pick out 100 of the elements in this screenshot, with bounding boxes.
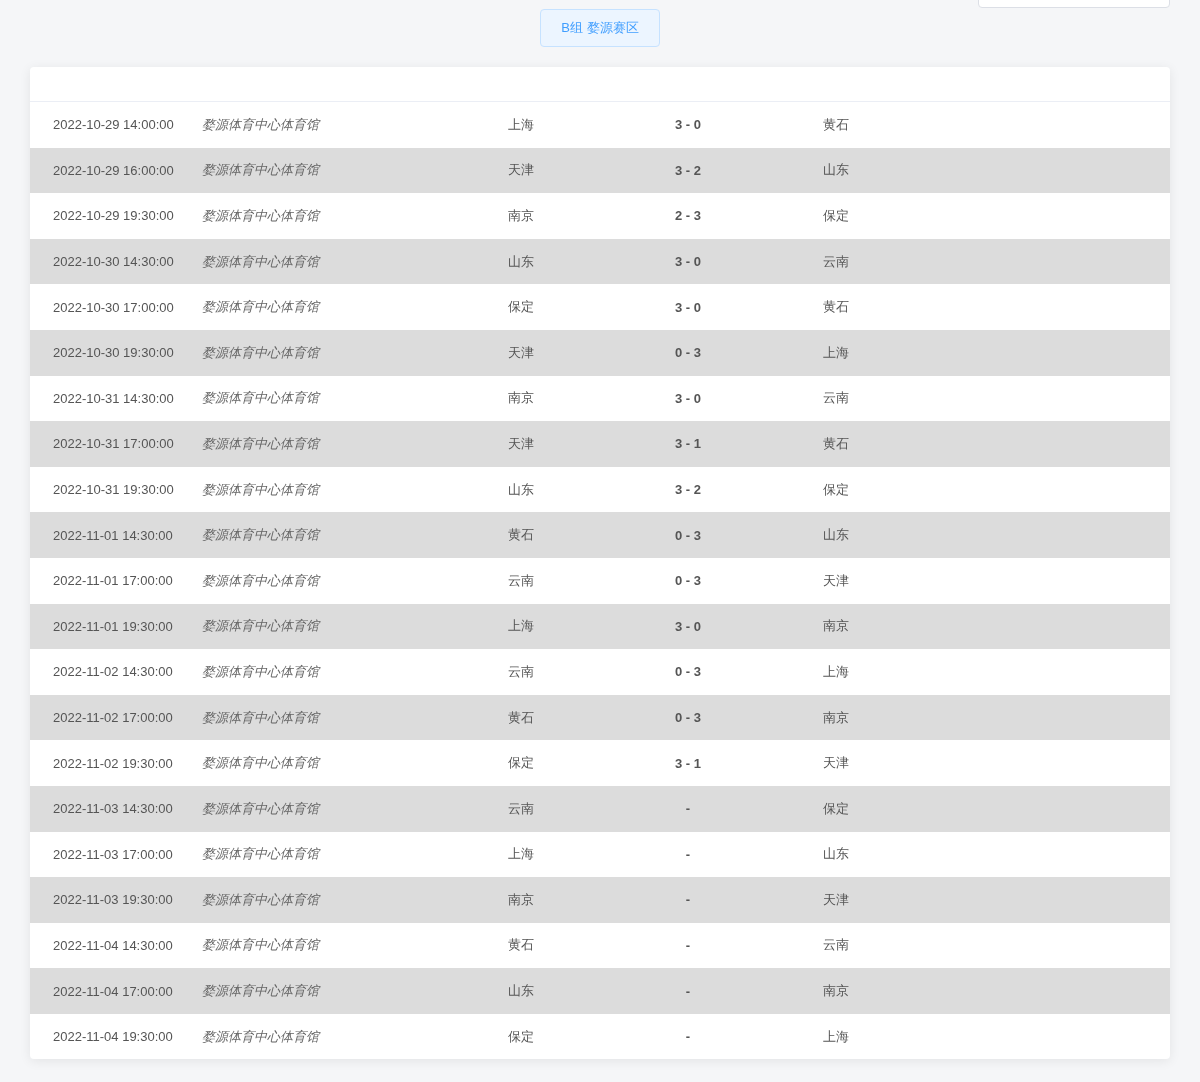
match-time: 2022-11-01 19:30:00 [53, 618, 174, 634]
home-team: 云南 [508, 799, 535, 818]
venue-name: 婺源体育中心体育馆 [202, 754, 322, 773]
home-team: 上海 [508, 617, 535, 636]
match-time: 2022-10-31 14:30:00 [53, 390, 175, 406]
venue-name: 婺源体育中心体育馆 [202, 890, 322, 909]
home-team: 保定 [508, 298, 535, 317]
match-score: 3 - 1 [674, 436, 702, 452]
match-time: 2022-11-02 17:00:00 [53, 710, 174, 725]
home-team: 山东 [508, 480, 535, 499]
match-score: 0 - 3 [674, 345, 702, 361]
away-team: 上海 [823, 343, 849, 362]
away-team: 黄石 [823, 115, 849, 134]
match-score: 3 - 2 [674, 482, 702, 498]
match-score: 3 - 0 [674, 117, 702, 133]
match-time: 2022-11-01 17:00:00 [53, 573, 174, 589]
away-team: 保定 [823, 207, 849, 225]
away-team: 云南 [823, 252, 849, 271]
venue-name: 婺源体育中心体育馆 [202, 617, 322, 636]
match-time: 2022-10-29 19:30:00 [53, 208, 175, 224]
away-team: 保定 [823, 480, 849, 499]
match-time: 2022-11-04 17:00:00 [53, 983, 174, 999]
home-team: 天津 [508, 434, 535, 453]
venue-name: 婺源体育中心体育馆 [202, 845, 322, 864]
match-score: 3 - 0 [674, 390, 702, 406]
match-score: 0 - 3 [674, 573, 702, 589]
away-team: 南京 [823, 982, 849, 1001]
venue-name: 婺源体育中心体育馆 [202, 799, 322, 818]
match-score: 3 - 2 [674, 162, 702, 178]
home-team: 黄石 [508, 526, 535, 545]
home-team: 南京 [508, 389, 535, 408]
match-time: 2022-10-31 17:00:00 [53, 436, 175, 452]
away-team: 黄石 [823, 434, 849, 453]
match-time: 2022-11-02 14:30:00 [53, 664, 174, 680]
venue-name: 婺源体育中心体育馆 [202, 480, 322, 499]
venue-name: 婺源体育中心体育馆 [202, 252, 322, 271]
away-team: 黄石 [823, 298, 849, 317]
match-time: 2022-11-03 17:00:00 [53, 846, 174, 862]
venue-name: 婺源体育中心体育馆 [202, 662, 322, 681]
match-score: 0 - 3 [674, 664, 702, 680]
home-team: 山东 [508, 982, 535, 1001]
match-score: 3 - 1 [674, 755, 702, 771]
match-time: 2022-11-04 14:30:00 [53, 938, 174, 953]
away-team: 天津 [823, 571, 849, 590]
away-team: 山东 [823, 526, 849, 545]
home-team: 保定 [508, 754, 535, 773]
home-team: 天津 [508, 343, 535, 362]
away-team: 云南 [823, 936, 849, 955]
match-time: 2022-11-01 14:30:00 [53, 527, 174, 543]
home-team: 山东 [508, 252, 535, 271]
match-score: 0 - 3 [674, 527, 702, 543]
away-team: 天津 [823, 890, 849, 909]
match-time: 2022-10-29 16:00:00 [53, 162, 175, 178]
match-score: 3 - 0 [674, 299, 702, 315]
match-score: - [684, 1029, 692, 1045]
match-time: 2022-10-30 19:30:00 [53, 345, 175, 361]
venue-name: 婺源体育中心体育馆 [202, 571, 322, 590]
match-time: 2022-10-30 14:30:00 [53, 254, 175, 270]
match-score: - [684, 983, 692, 999]
home-team: 黄石 [508, 708, 535, 727]
venue-name: 婺源体育中心体育馆 [202, 708, 322, 727]
match-score: - [684, 801, 692, 817]
home-team: 南京 [508, 890, 535, 909]
away-team: 山东 [823, 845, 849, 864]
venue-name: 婺源体育中心体育馆 [202, 161, 322, 180]
venue-name: 婺源体育中心体育馆 [202, 389, 322, 408]
venue-name: 婺源体育中心体育馆 [202, 298, 322, 317]
group-button[interactable]: B组 婺源赛区 [540, 9, 660, 47]
away-team: 南京 [823, 708, 849, 727]
home-team: 南京 [508, 207, 535, 225]
home-team: 上海 [508, 115, 535, 134]
home-team: 天津 [508, 161, 535, 180]
match-score: 3 - 0 [674, 618, 702, 634]
match-score: - [684, 892, 692, 908]
match-score: 3 - 0 [674, 254, 702, 270]
home-team: 云南 [508, 662, 535, 681]
match-time: 2022-11-04 19:30:00 [53, 1029, 174, 1045]
away-team: 天津 [823, 754, 849, 773]
match-time: 2022-10-29 14:00:00 [53, 117, 175, 133]
venue-name: 婺源体育中心体育馆 [202, 115, 322, 134]
away-team: 云南 [823, 389, 849, 408]
home-team: 保定 [508, 1027, 535, 1046]
match-time: 2022-11-03 14:30:00 [53, 801, 174, 817]
away-team: 上海 [823, 1027, 849, 1046]
home-team: 上海 [508, 845, 535, 864]
match-score: 2 - 3 [674, 208, 702, 224]
match-time: 2022-11-03 19:30:00 [53, 892, 174, 908]
home-team: 云南 [508, 571, 535, 590]
venue-name: 婺源体育中心体育馆 [202, 936, 322, 955]
venue-name: 婺源体育中心体育馆 [202, 982, 322, 1001]
match-time: 2022-10-30 17:00:00 [53, 299, 175, 315]
away-team: 上海 [823, 662, 849, 681]
venue-name: 婺源体育中心体育馆 [202, 434, 322, 453]
match-score: - [684, 938, 692, 953]
match-time: 2022-10-31 19:30:00 [53, 482, 175, 498]
match-score: 0 - 3 [674, 710, 702, 725]
away-team: 保定 [823, 799, 849, 818]
away-team: 南京 [823, 617, 849, 636]
venue-name: 婺源体育中心体育馆 [202, 526, 322, 545]
home-team: 黄石 [508, 936, 535, 955]
